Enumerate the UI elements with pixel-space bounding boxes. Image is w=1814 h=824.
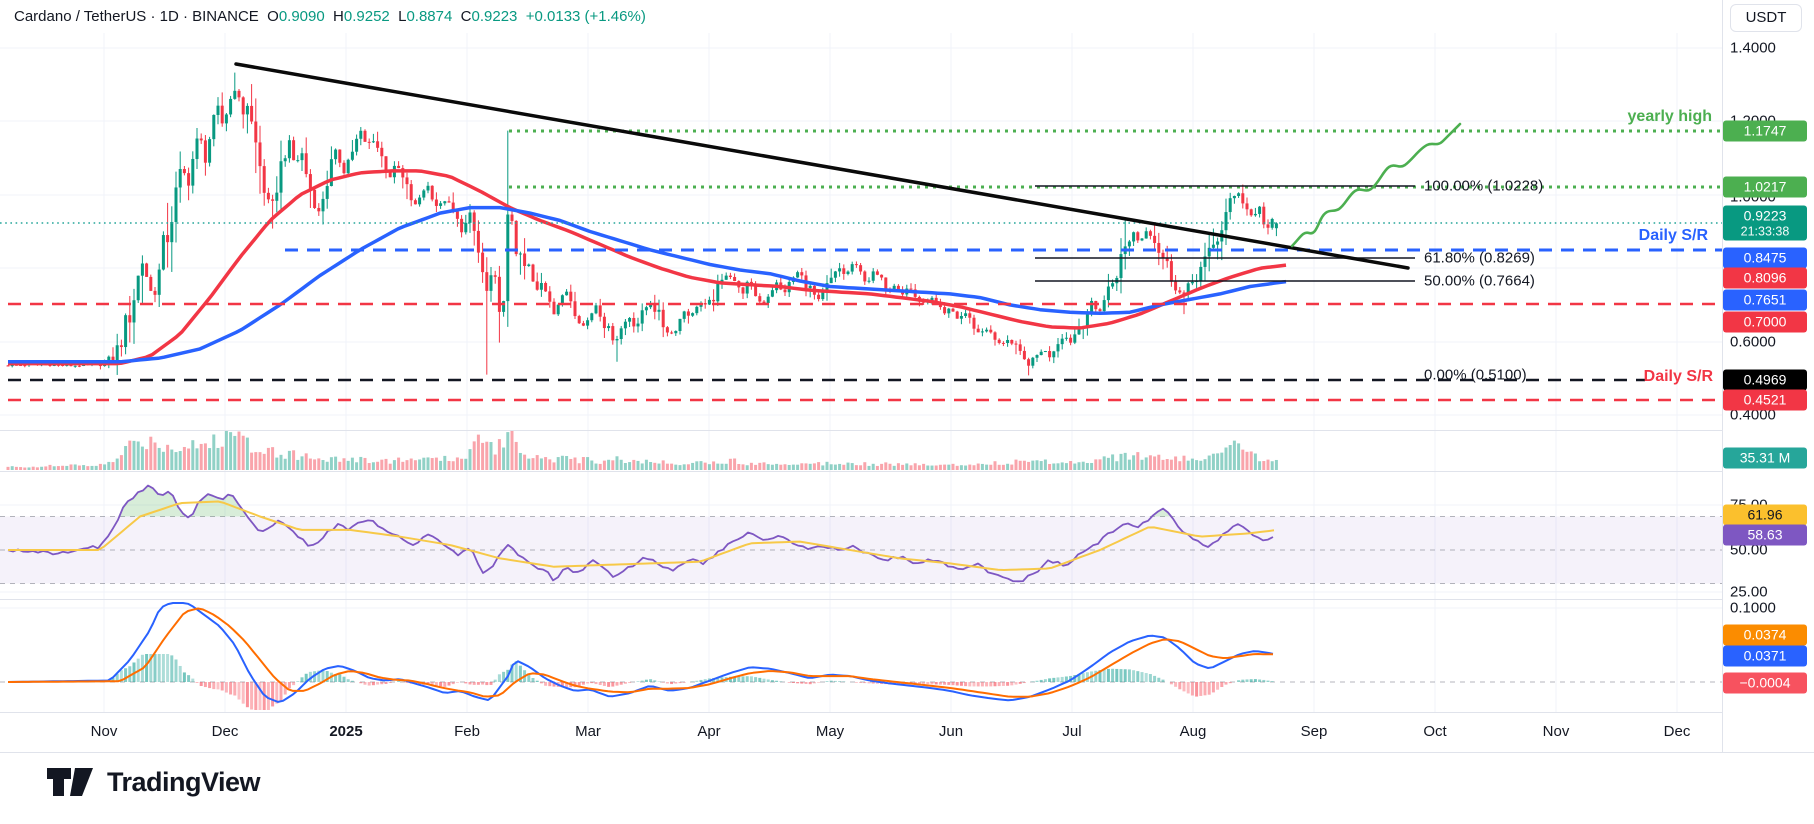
time-axis-label: Nov [1543,713,1570,751]
price-label-3531M: 35.31 M [1723,448,1807,469]
header-segment: 0.9252 [344,8,398,25]
price-label-00371: 0.0371 [1723,646,1807,667]
header-segment: 0.8874 [406,8,460,25]
time-axis-label: Oct [1423,713,1446,751]
header-segment: H [333,8,344,25]
header-segment: 0.9090 [279,8,333,25]
price-label-08096: 0.8096 [1723,268,1807,289]
header-segment: O [267,8,279,25]
panel-separator [0,712,1722,713]
fib-level-label: 0.00% (0.5100) [1424,367,1527,384]
price-label-6196: 61.96 [1723,505,1807,526]
price-label-04521: 0.4521 [1723,390,1807,411]
time-axis-label: Nov [91,713,118,751]
tradingview-logo[interactable]: TradingView [45,766,260,798]
time-axis-label: May [816,713,844,751]
time-axis-label: Aug [1180,713,1207,751]
axis-price-tick: 0.1000 [1730,600,1776,617]
panel-separator[interactable] [0,430,1722,431]
time-scale[interactable]: Nov Dec 2025 Feb Mar Apr May Jun Jul Aug Sep Oct Nov… [0,713,1722,752]
price-label-00004: −0.0004 [1723,673,1807,694]
axis-price-tick: 25.00 [1730,584,1768,601]
chart-canvas[interactable] [0,0,1814,824]
axis-price-tick: 0.6000 [1730,334,1776,351]
time-axis-label: 2025 [329,713,362,751]
time-axis-label: Apr [697,713,720,751]
price-label-09223: 0.922321:33:38 [1723,206,1807,241]
axis-border [0,752,1814,753]
header-segment: Cardano / TetherUS · 1D · BINANCE [14,8,267,25]
countdown-timer: 21:33:38 [1723,225,1807,239]
daily-sr-label-red: Daily S/R [1644,368,1713,386]
daily-sr-label-blue: Daily S/R [1639,227,1708,245]
time-axis-label: Dec [212,713,239,751]
time-axis-label: Jul [1062,713,1081,751]
time-axis-label: Feb [454,713,480,751]
price-label-07000: 0.7000 [1723,312,1807,333]
fib-level-label: 61.80% (0.8269) [1424,250,1535,267]
price-label-07651: 0.7651 [1723,290,1807,311]
price-label-04969: 0.4969 [1723,370,1807,391]
header-segment: C [461,8,472,25]
tradingview-logo-text: TradingView [107,767,260,798]
currency-toggle-button[interactable]: USDT [1730,4,1802,32]
time-axis-label: Sep [1301,713,1328,751]
symbol-ohlc-header[interactable]: Cardano / TetherUS · 1D · BINANCE O0.909… [14,4,646,30]
time-axis-label: Jun [939,713,963,751]
time-axis-label: Dec [1664,713,1691,751]
panel-separator[interactable] [0,471,1722,472]
yearly-high-label: yearly high [1628,108,1712,126]
panel-separator[interactable] [0,599,1722,600]
price-label-11747: 1.1747 [1723,121,1807,142]
price-label-10217: 1.0217 [1723,177,1807,198]
header-segment: 0.9223 [472,8,526,25]
price-label-5863: 58.63 [1723,525,1807,546]
price-label-08475: 0.8475 [1723,248,1807,269]
fib-level-label: 50.00% (0.7664) [1424,273,1535,290]
price-label-00374: 0.0374 [1723,625,1807,646]
tradingview-chart: Cardano / TetherUS · 1D · BINANCE O0.909… [0,0,1814,824]
fib-level-label: 100.00% (1.0228) [1424,178,1543,195]
axis-price-tick: 1.4000 [1730,40,1776,57]
time-axis-label: Mar [575,713,601,751]
price-axis-border [1722,0,1723,752]
header-segment: +0.0133 (+1.46%) [526,8,646,25]
tradingview-logo-icon [45,766,97,798]
